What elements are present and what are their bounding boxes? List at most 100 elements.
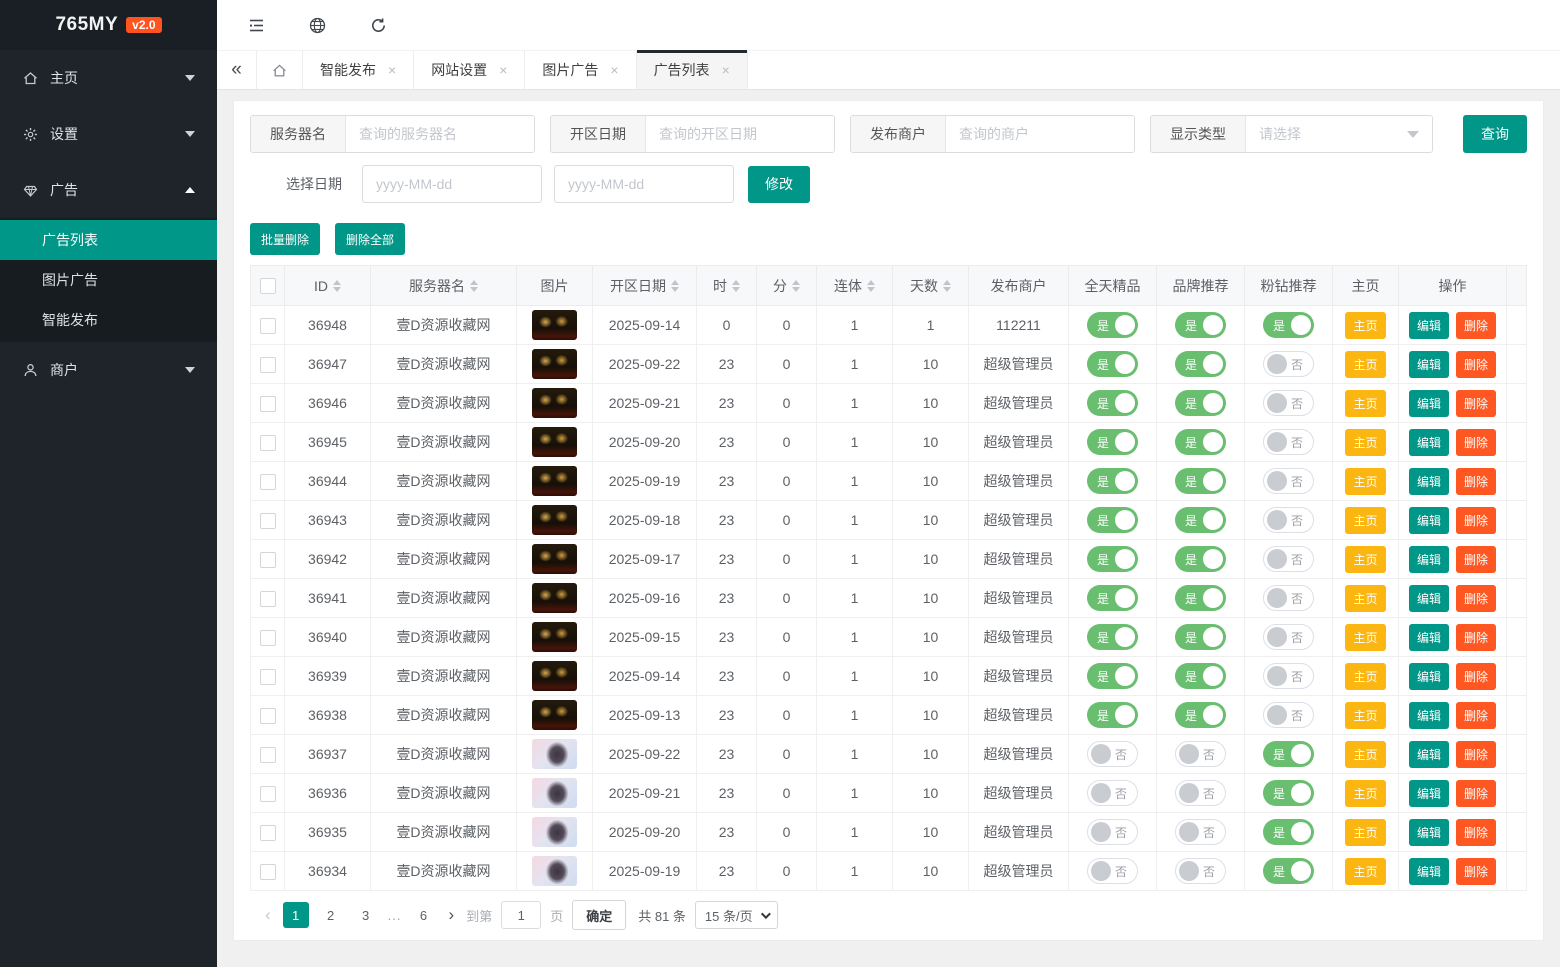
row-checkbox[interactable] bbox=[260, 552, 276, 568]
premium-toggle[interactable]: 是 bbox=[1087, 429, 1138, 455]
edit-button[interactable]: 编辑 bbox=[1409, 585, 1449, 612]
ad-thumbnail[interactable] bbox=[532, 310, 577, 340]
edit-button[interactable]: 编辑 bbox=[1409, 858, 1449, 885]
premium-toggle[interactable]: 否 bbox=[1087, 780, 1138, 806]
close-icon[interactable]: × bbox=[610, 62, 618, 78]
sort-icon[interactable] bbox=[671, 280, 679, 292]
premium-toggle[interactable]: 是 bbox=[1087, 663, 1138, 689]
ad-thumbnail[interactable] bbox=[532, 466, 577, 496]
page-number-2[interactable]: 2 bbox=[318, 902, 344, 928]
ad-thumbnail[interactable] bbox=[532, 388, 577, 418]
brand-toggle[interactable]: 否 bbox=[1175, 819, 1226, 845]
row-checkbox[interactable] bbox=[260, 669, 276, 685]
ad-thumbnail[interactable] bbox=[532, 856, 577, 886]
diamond-toggle[interactable]: 是 bbox=[1263, 858, 1314, 884]
row-checkbox[interactable] bbox=[260, 318, 276, 334]
row-checkbox[interactable] bbox=[260, 474, 276, 490]
ad-thumbnail[interactable] bbox=[532, 700, 577, 730]
row-checkbox[interactable] bbox=[260, 864, 276, 880]
delete-button[interactable]: 删除 bbox=[1456, 741, 1496, 768]
home-page-button[interactable]: 主页 bbox=[1345, 819, 1385, 846]
row-checkbox[interactable] bbox=[260, 786, 276, 802]
premium-toggle[interactable]: 是 bbox=[1087, 351, 1138, 377]
edit-button[interactable]: 编辑 bbox=[1409, 312, 1449, 339]
premium-toggle[interactable]: 是 bbox=[1087, 702, 1138, 728]
brand-toggle[interactable]: 是 bbox=[1175, 702, 1226, 728]
menu-list-button[interactable] bbox=[247, 16, 266, 35]
home-page-button[interactable]: 主页 bbox=[1345, 585, 1385, 612]
delete-button[interactable]: 删除 bbox=[1456, 624, 1496, 651]
diamond-toggle[interactable]: 否 bbox=[1263, 663, 1314, 689]
diamond-toggle[interactable]: 是 bbox=[1263, 741, 1314, 767]
brand-toggle[interactable]: 是 bbox=[1175, 312, 1226, 338]
page-number-6[interactable]: 6 bbox=[411, 902, 437, 928]
delete-button[interactable]: 删除 bbox=[1456, 390, 1496, 417]
row-checkbox[interactable] bbox=[260, 435, 276, 451]
refresh-button[interactable] bbox=[369, 16, 388, 35]
home-page-button[interactable]: 主页 bbox=[1345, 858, 1385, 885]
sidebar-item-ads[interactable]: 广告 bbox=[0, 162, 217, 218]
ad-thumbnail[interactable] bbox=[532, 817, 577, 847]
search-button[interactable]: 查询 bbox=[1463, 115, 1527, 153]
page-number-3[interactable]: 3 bbox=[353, 902, 379, 928]
brand-toggle[interactable]: 否 bbox=[1175, 780, 1226, 806]
premium-toggle[interactable]: 是 bbox=[1087, 312, 1138, 338]
diamond-toggle[interactable]: 否 bbox=[1263, 702, 1314, 728]
row-checkbox[interactable] bbox=[260, 591, 276, 607]
diamond-toggle[interactable]: 是 bbox=[1263, 819, 1314, 845]
ad-thumbnail[interactable] bbox=[532, 349, 577, 379]
diamond-toggle[interactable]: 否 bbox=[1263, 507, 1314, 533]
ad-thumbnail[interactable] bbox=[532, 505, 577, 535]
row-checkbox[interactable] bbox=[260, 747, 276, 763]
premium-toggle[interactable]: 否 bbox=[1087, 819, 1138, 845]
home-page-button[interactable]: 主页 bbox=[1345, 507, 1385, 534]
brand-toggle[interactable]: 是 bbox=[1175, 624, 1226, 650]
brand-toggle[interactable]: 是 bbox=[1175, 507, 1226, 533]
delete-button[interactable]: 删除 bbox=[1456, 507, 1496, 534]
diamond-toggle[interactable]: 否 bbox=[1263, 624, 1314, 650]
sidebar-item-home[interactable]: 主页 bbox=[0, 50, 217, 106]
modify-button[interactable]: 修改 bbox=[748, 166, 810, 203]
delete-button[interactable]: 删除 bbox=[1456, 780, 1496, 807]
ad-thumbnail[interactable] bbox=[532, 622, 577, 652]
home-page-button[interactable]: 主页 bbox=[1345, 351, 1385, 378]
diamond-toggle[interactable]: 否 bbox=[1263, 546, 1314, 572]
edit-button[interactable]: 编辑 bbox=[1409, 624, 1449, 651]
premium-toggle[interactable]: 是 bbox=[1087, 585, 1138, 611]
home-page-button[interactable]: 主页 bbox=[1345, 429, 1385, 456]
premium-toggle[interactable]: 否 bbox=[1087, 858, 1138, 884]
select-all-checkbox[interactable] bbox=[260, 278, 276, 294]
edit-button[interactable]: 编辑 bbox=[1409, 468, 1449, 495]
row-checkbox[interactable] bbox=[260, 630, 276, 646]
close-icon[interactable]: × bbox=[499, 62, 507, 78]
brand-toggle[interactable]: 是 bbox=[1175, 468, 1226, 494]
sidebar-subitem-image-ads[interactable]: 图片广告 bbox=[0, 260, 217, 300]
delete-button[interactable]: 删除 bbox=[1456, 468, 1496, 495]
sort-icon[interactable] bbox=[792, 280, 800, 292]
delete-button[interactable]: 删除 bbox=[1456, 819, 1496, 846]
row-checkbox[interactable] bbox=[260, 357, 276, 373]
ad-thumbnail[interactable] bbox=[532, 739, 577, 769]
ad-thumbnail[interactable] bbox=[532, 427, 577, 457]
edit-button[interactable]: 编辑 bbox=[1409, 351, 1449, 378]
delete-button[interactable]: 删除 bbox=[1456, 702, 1496, 729]
sort-icon[interactable] bbox=[867, 280, 875, 292]
tab-网站设置[interactable]: 网站设置× bbox=[414, 51, 525, 89]
server-name-input[interactable] bbox=[346, 116, 534, 152]
collapse-tabs-icon[interactable]: « bbox=[217, 51, 257, 89]
sort-icon[interactable] bbox=[470, 280, 478, 292]
ad-thumbnail[interactable] bbox=[532, 544, 577, 574]
diamond-toggle[interactable]: 是 bbox=[1263, 780, 1314, 806]
delete-all-button[interactable]: 删除全部 bbox=[335, 223, 405, 255]
open-date-input[interactable] bbox=[646, 116, 834, 152]
diamond-toggle[interactable]: 是 bbox=[1263, 312, 1314, 338]
globe-button[interactable] bbox=[308, 16, 327, 35]
edit-button[interactable]: 编辑 bbox=[1409, 390, 1449, 417]
delete-button[interactable]: 删除 bbox=[1456, 546, 1496, 573]
merchant-input[interactable] bbox=[946, 116, 1134, 152]
edit-button[interactable]: 编辑 bbox=[1409, 819, 1449, 846]
diamond-toggle[interactable]: 否 bbox=[1263, 468, 1314, 494]
delete-button[interactable]: 删除 bbox=[1456, 858, 1496, 885]
diamond-toggle[interactable]: 否 bbox=[1263, 429, 1314, 455]
brand-toggle[interactable]: 是 bbox=[1175, 390, 1226, 416]
